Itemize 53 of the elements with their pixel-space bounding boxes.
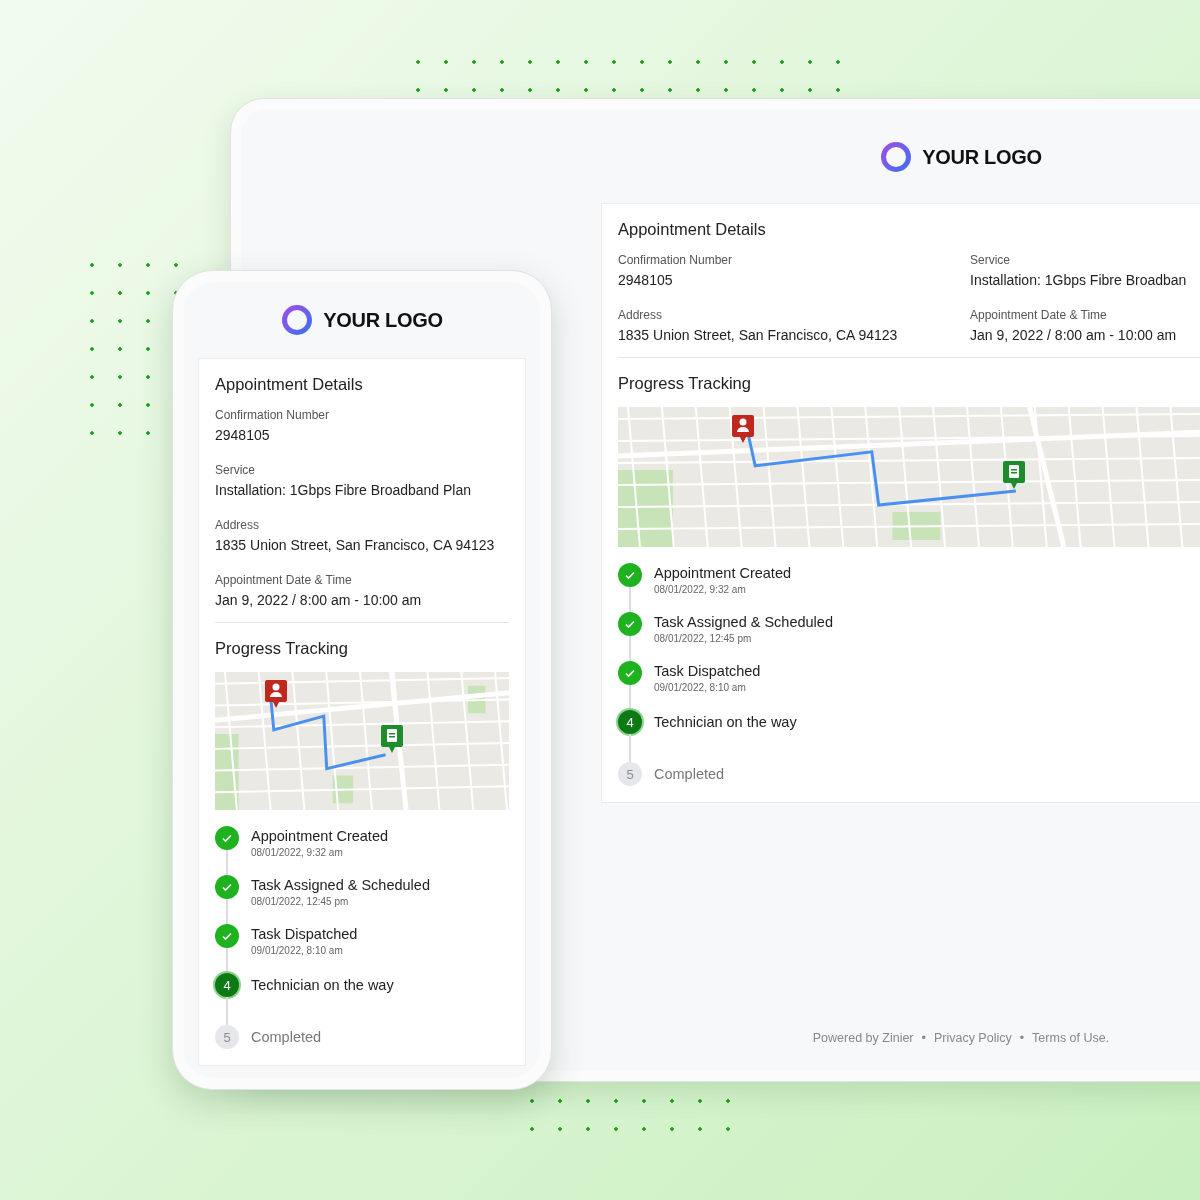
field-value: Installation: 1Gbps Fibre Broadban xyxy=(970,272,1188,288)
field-label: Appointment Date & Time xyxy=(215,573,353,587)
field-label: Confirmation Number xyxy=(215,408,331,422)
step-title: Task Assigned & Scheduled xyxy=(251,876,430,895)
step-title: Technician on the way xyxy=(251,976,394,995)
field-label: Confirmation Number xyxy=(618,253,734,267)
step-title: Appointment Created xyxy=(251,827,389,846)
ring-logo-icon xyxy=(281,304,314,336)
step-time: 08/01/2022, 9:32 am xyxy=(251,847,344,858)
field-label: Address xyxy=(618,308,664,322)
field-value: Jan 9, 2022 / 8:00 am - 10:00 am xyxy=(970,327,1178,343)
technician-pin-icon xyxy=(731,414,756,444)
step-title: Task Dispatched xyxy=(654,662,761,681)
step-number: 4 xyxy=(215,973,239,997)
field-label: Appointment Date & Time xyxy=(970,308,1108,322)
step-time: 08/01/2022, 9:32 am xyxy=(654,584,747,595)
step-time: 09/01/2022, 8:10 am xyxy=(251,945,344,956)
step-title: Completed xyxy=(654,765,725,784)
step-number: 5 xyxy=(215,1025,239,1049)
field-value: 1835 Union Street, San Francisco, CA 94123 xyxy=(215,537,496,553)
card-title: Appointment Details xyxy=(215,375,364,394)
footer-link[interactable]: Privacy Policy xyxy=(933,1031,1012,1045)
step-number: 4 xyxy=(618,710,642,734)
clipboard-pin-icon xyxy=(1002,460,1027,491)
field-value: 2948105 xyxy=(215,427,271,443)
step-title: Task Assigned & Scheduled xyxy=(654,613,833,632)
logo-text: YOUR LOGO xyxy=(922,145,1042,169)
footer-link[interactable]: Terms of Use. xyxy=(1032,1031,1110,1045)
technician-pin-icon xyxy=(263,678,288,709)
section-title: Progress Tracking xyxy=(215,639,349,658)
field-value: 1835 Union Street, San Francisco, CA 94123 xyxy=(618,327,899,343)
step-number: 5 xyxy=(618,762,642,786)
step-time: 08/01/2022, 12:45 pm xyxy=(251,896,350,907)
section-title: Progress Tracking xyxy=(618,374,752,393)
ring-logo-icon xyxy=(880,141,913,173)
field-label: Service xyxy=(215,463,256,477)
field-value: Installation: 1Gbps Fibre Broadband Plan xyxy=(215,482,473,498)
step-title: Technician on the way xyxy=(654,713,797,732)
step-time: 08/01/2022, 12:45 pm xyxy=(654,633,753,644)
step-title: Appointment Created xyxy=(654,564,792,583)
step-title: Completed xyxy=(251,1028,322,1047)
separator-dot: • xyxy=(1019,1031,1025,1045)
clipboard-pin-icon xyxy=(379,724,404,755)
step-time: 09/01/2022, 8:10 am xyxy=(654,682,747,693)
field-label: Service xyxy=(970,253,1011,267)
separator-dot: • xyxy=(921,1031,926,1045)
field-value: 2948105 xyxy=(618,272,674,288)
card-title: Appointment Details xyxy=(618,220,767,239)
step-title: Task Dispatched xyxy=(251,925,358,944)
footer-link[interactable]: Powered by Zinier xyxy=(812,1031,914,1045)
field-label: Address xyxy=(215,518,261,532)
field-value: Jan 9, 2022 / 8:00 am - 10:00 am xyxy=(215,592,423,608)
logo-text: YOUR LOGO xyxy=(323,308,443,332)
